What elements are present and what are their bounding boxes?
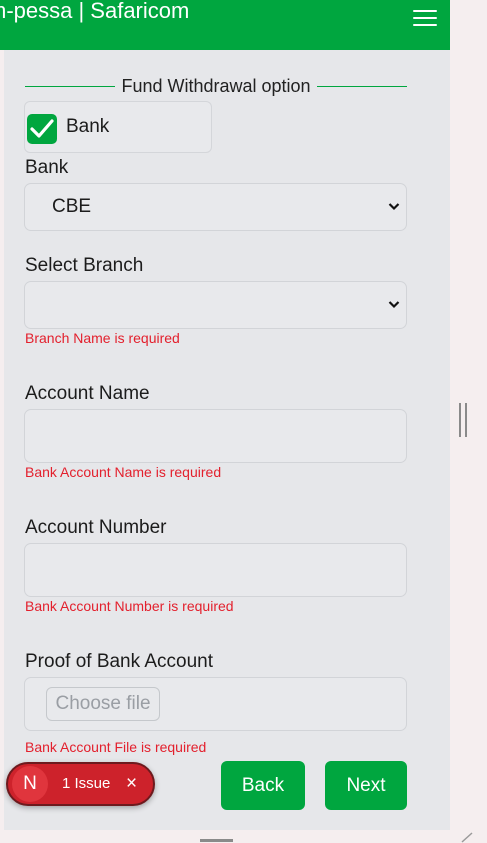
- chevron-down-icon: [388, 301, 400, 309]
- bank-select[interactable]: CBE: [24, 183, 407, 231]
- branch-error: Branch Name is required: [25, 330, 180, 346]
- bank-option-card[interactable]: Bank: [24, 101, 212, 153]
- next-button[interactable]: Next: [325, 761, 407, 810]
- fieldset-legend: Fund Withdrawal option: [25, 74, 408, 98]
- checkmark-icon: [30, 119, 54, 138]
- account-name-label: Account Name: [25, 383, 150, 404]
- account-name-error: Bank Account Name is required: [25, 464, 222, 480]
- account-number-input[interactable]: [24, 543, 407, 597]
- bank-checkbox-label: Bank: [66, 116, 110, 137]
- account-number-label: Account Number: [25, 517, 167, 538]
- choose-file-button[interactable]: Choose file: [46, 687, 160, 721]
- chevron-down-icon: [388, 203, 400, 211]
- app-title: m-pessa | Safaricom: [0, 0, 190, 23]
- issue-count-text: 1 Issue: [62, 775, 111, 792]
- issue-avatar: N: [12, 766, 48, 802]
- close-icon[interactable]: ×: [126, 773, 137, 795]
- bank-checkbox[interactable]: [27, 114, 57, 144]
- app-header: m-pessa | Safaricom: [0, 0, 450, 50]
- branch-label: Select Branch: [25, 255, 144, 276]
- hamburger-menu-icon[interactable]: [413, 10, 437, 26]
- account-name-input[interactable]: [24, 409, 407, 463]
- bank-label: Bank: [25, 157, 69, 178]
- resize-handle-icon[interactable]: [459, 403, 467, 437]
- legend-text: Fund Withdrawal option: [121, 75, 311, 96]
- bottom-resize-handle-icon[interactable]: [200, 839, 233, 842]
- bank-select-value: CBE: [52, 196, 92, 217]
- proof-label: Proof of Bank Account: [25, 651, 214, 672]
- proof-error: Bank Account File is required: [25, 739, 207, 755]
- branch-select[interactable]: [24, 281, 407, 329]
- proof-file-field: Choose file: [24, 677, 407, 731]
- back-button[interactable]: Back: [221, 761, 305, 810]
- issue-badge[interactable]: N 1 Issue ×: [6, 762, 155, 806]
- corner-resize-icon[interactable]: [460, 831, 474, 843]
- account-number-error: Bank Account Number is required: [25, 598, 234, 614]
